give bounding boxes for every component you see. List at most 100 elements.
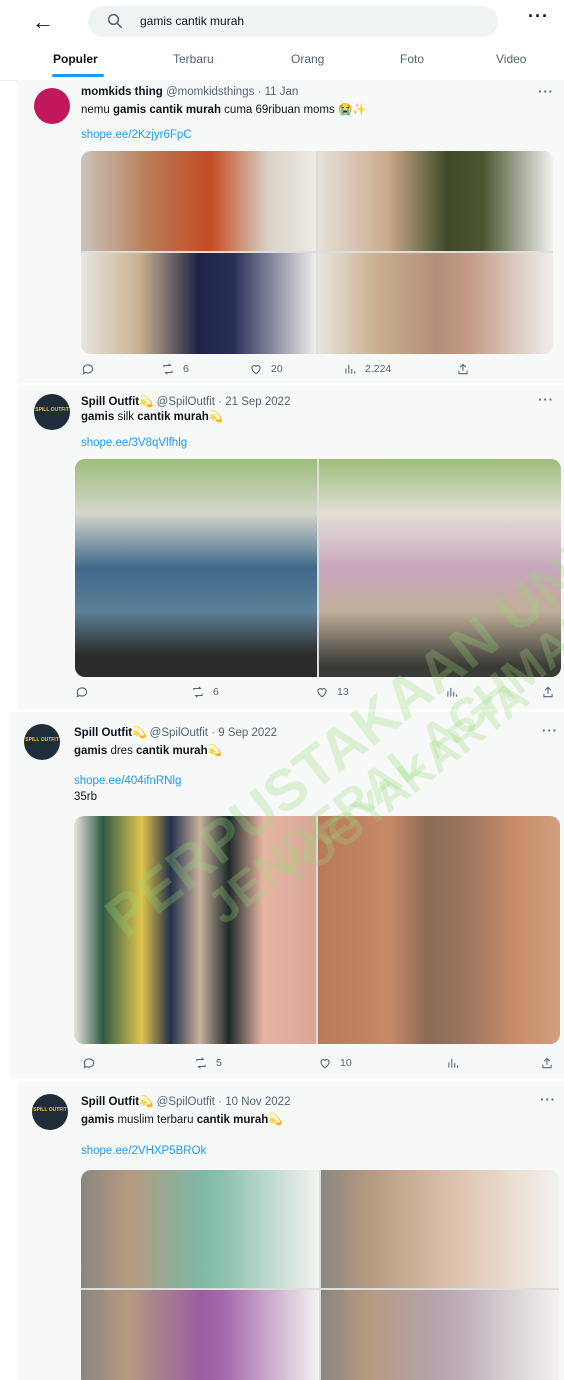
tweet-header: momkids thing @momkidsthings · 11 Jan bbox=[81, 86, 298, 98]
tweet-actions: 6 20 2.224 bbox=[81, 362, 553, 382]
avatar[interactable]: SPILL OUTFIT bbox=[34, 394, 70, 430]
photo-blue-floral-dress[interactable] bbox=[75, 459, 317, 677]
like-button[interactable]: 10 bbox=[318, 1056, 352, 1070]
tab-video[interactable]: Video bbox=[496, 52, 526, 66]
tweet-text-bold: cantik murah bbox=[136, 745, 208, 757]
like-button[interactable]: 13 bbox=[315, 685, 349, 699]
like-count: 10 bbox=[340, 1057, 352, 1069]
tab-orang[interactable]: Orang bbox=[291, 52, 324, 66]
photo-purple-dress[interactable] bbox=[81, 1290, 319, 1380]
photo-brown-shirt-dress[interactable] bbox=[318, 816, 560, 1044]
heart-icon bbox=[251, 365, 261, 375]
tweet-header: Spill Outfit💫 @SpilOutfit · 21 Sep 2022 bbox=[81, 394, 290, 408]
author-handle[interactable]: @momkidsthings bbox=[166, 86, 254, 98]
search-query[interactable]: gamis cantik murah bbox=[140, 14, 244, 28]
photo-mauve-dress[interactable] bbox=[318, 253, 553, 354]
views-button[interactable]: 2.224 bbox=[343, 362, 391, 376]
photo-rust-dress[interactable] bbox=[81, 151, 316, 251]
photo-navy-dress[interactable] bbox=[81, 253, 316, 354]
tweet-more-icon[interactable]: ··· bbox=[538, 84, 554, 99]
photo-lilac-dress[interactable] bbox=[321, 1290, 559, 1380]
tweet-text-part: 💫 bbox=[207, 745, 222, 757]
tweet-link[interactable]: shope.ee/3V8qVlfhlg bbox=[81, 437, 187, 449]
author-handle[interactable]: @SpilOutfit bbox=[157, 1096, 215, 1108]
like-button[interactable]: 20 bbox=[249, 362, 283, 376]
retweet-icon bbox=[163, 363, 173, 375]
tab-populer[interactable]: Populer bbox=[53, 52, 98, 66]
author-name[interactable]: Spill Outfit bbox=[74, 727, 132, 739]
tweet-actions: 5 10 bbox=[82, 1056, 560, 1076]
tab-terbaru[interactable]: Terbaru bbox=[173, 52, 214, 66]
tweet-1[interactable]: momkids thing @momkidsthings · 11 Jan ··… bbox=[18, 80, 564, 383]
tweet-actions: 6 13 bbox=[75, 685, 561, 705]
retweet-count: 5 bbox=[216, 1057, 222, 1069]
tweet-date[interactable]: · 21 Sep 2022 bbox=[218, 396, 290, 408]
photo-rack-of-dresses[interactable] bbox=[74, 816, 316, 1044]
tweet-text-bold: gamis bbox=[81, 411, 115, 423]
tweet-date[interactable]: · 9 Sep 2022 bbox=[211, 727, 277, 739]
avatar[interactable]: SPILL OUTFIT bbox=[24, 724, 60, 760]
tweet-2[interactable]: SPILL OUTFIT Spill Outfit💫 @SpilOutfit ·… bbox=[18, 386, 564, 709]
tweet-text-bold: cantik murah bbox=[196, 1114, 269, 1126]
retweet-button[interactable]: 5 bbox=[194, 1056, 222, 1070]
share-button[interactable] bbox=[540, 1056, 554, 1070]
tweet-link[interactable]: shope.ee/404ifnRNlg bbox=[74, 775, 181, 787]
avatar[interactable] bbox=[34, 88, 70, 124]
active-tab-indicator bbox=[52, 74, 104, 77]
tweet-4[interactable]: SPILL OUTFIT Spill Outfit💫 @SpilOutfit ·… bbox=[18, 1082, 564, 1380]
author-handle[interactable]: @SpilOutfit bbox=[157, 396, 215, 408]
tweet-header: Spill Outfit💫 @SpilOutfit · 10 Nov 2022 bbox=[81, 1094, 290, 1108]
reply-button[interactable] bbox=[81, 362, 95, 376]
tweet-more-icon[interactable]: ··· bbox=[542, 723, 558, 738]
retweet-count: 6 bbox=[213, 686, 219, 698]
photo-beige-dress[interactable] bbox=[321, 1170, 559, 1288]
author-name[interactable]: Spill Outfit bbox=[81, 396, 139, 408]
more-options-icon[interactable]: ··· bbox=[528, 6, 549, 27]
reply-icon bbox=[76, 687, 88, 698]
retweet-count: 6 bbox=[183, 363, 189, 375]
share-icon bbox=[543, 686, 553, 698]
author-name[interactable]: Spill Outfit bbox=[81, 1096, 139, 1108]
tweet-text-part: silk bbox=[114, 411, 138, 423]
reply-button[interactable] bbox=[82, 1056, 96, 1070]
tweet-more-icon[interactable]: ··· bbox=[538, 392, 554, 407]
tweet-more-icon[interactable]: ··· bbox=[540, 1092, 556, 1107]
search-bar[interactable]: gamis cantik murah bbox=[88, 6, 498, 37]
tweet-text: nemu gamis cantik murah cuma 69ribuan mo… bbox=[81, 102, 367, 116]
back-arrow-icon[interactable]: ← bbox=[30, 9, 56, 35]
tweet-media-grid[interactable] bbox=[75, 459, 561, 677]
retweet-button[interactable]: 6 bbox=[191, 685, 219, 699]
tweet-media-grid[interactable] bbox=[81, 151, 553, 354]
tweet-media-grid[interactable] bbox=[81, 1170, 559, 1380]
share-button[interactable] bbox=[541, 685, 555, 699]
views-chart-icon bbox=[345, 364, 356, 374]
photo-mint-dress[interactable] bbox=[81, 1170, 319, 1288]
retweet-icon bbox=[193, 686, 203, 698]
tweet-link[interactable]: shope.ee/2VHXP5BROk bbox=[81, 1145, 206, 1157]
reply-icon bbox=[82, 364, 94, 375]
avatar-label: SPILL OUTFIT bbox=[35, 407, 69, 413]
tweet-date[interactable]: · 11 Jan bbox=[258, 86, 299, 98]
views-button[interactable] bbox=[446, 1056, 460, 1070]
tweet-link[interactable]: shope.ee/2Kzjyr6FpC bbox=[81, 129, 192, 141]
tweet-text: gamis silk cantik murah💫 bbox=[81, 409, 223, 423]
badge-icon: 💫 bbox=[139, 1096, 154, 1108]
view-count: 2.224 bbox=[365, 363, 392, 375]
tab-foto[interactable]: Foto bbox=[400, 52, 424, 66]
retweet-button[interactable]: 6 bbox=[161, 362, 189, 376]
author-name[interactable]: momkids thing bbox=[81, 86, 163, 98]
tweet-text-bold: gamis bbox=[74, 745, 108, 757]
author-handle[interactable]: @SpilOutfit bbox=[150, 727, 208, 739]
tweet-date[interactable]: · 10 Nov 2022 bbox=[218, 1096, 290, 1108]
like-count: 13 bbox=[337, 686, 349, 698]
heart-icon bbox=[317, 688, 327, 698]
tweet-media-grid[interactable] bbox=[74, 816, 560, 1044]
tweet-3[interactable]: SPILL OUTFIT Spill Outfit 💫 @SpilOutfit ·… bbox=[10, 712, 564, 1078]
search-header: ← gamis cantik murah ··· Populer Terbaru… bbox=[0, 0, 564, 81]
views-button[interactable] bbox=[445, 685, 459, 699]
share-button[interactable] bbox=[456, 362, 470, 376]
photo-green-dress[interactable] bbox=[318, 151, 553, 251]
photo-pink-floral-dress[interactable] bbox=[319, 459, 561, 677]
avatar[interactable]: SPILL OUTFIT bbox=[32, 1094, 68, 1130]
reply-button[interactable] bbox=[75, 685, 89, 699]
